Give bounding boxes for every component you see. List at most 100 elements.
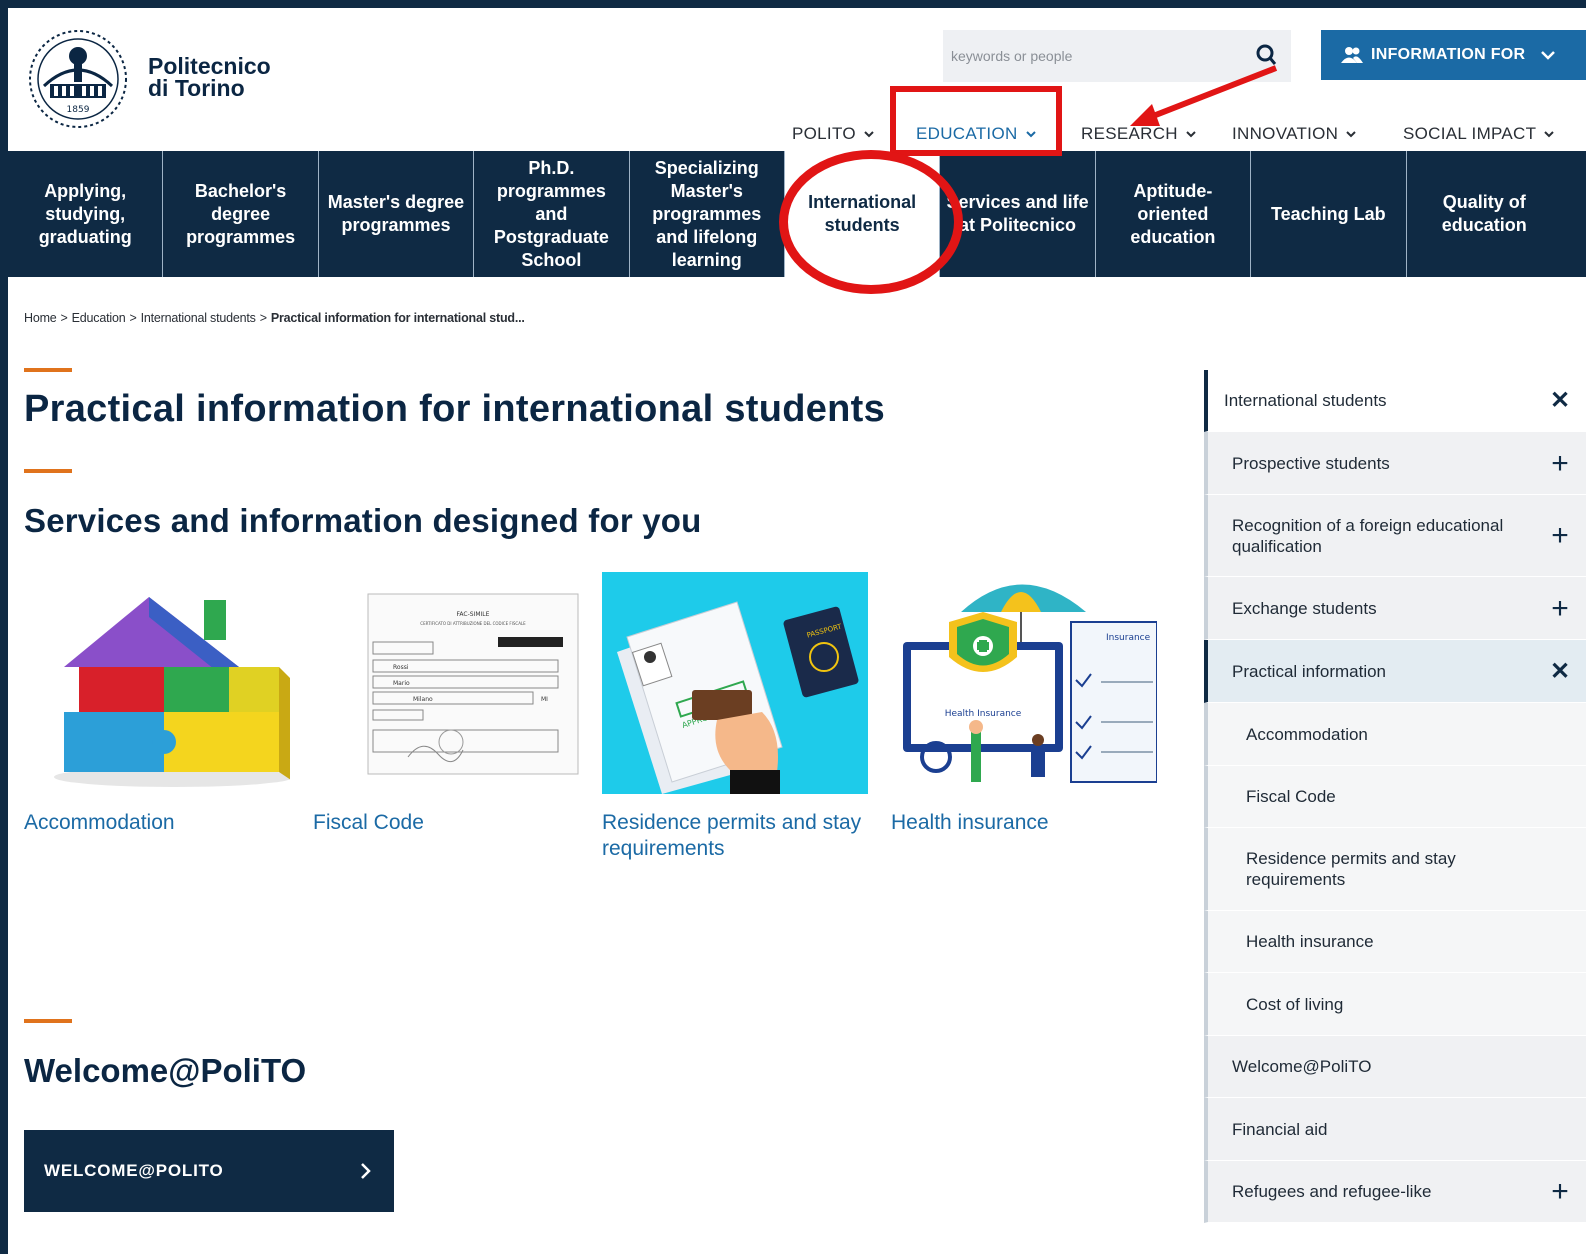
sidebar-item-label: Refugees and refugee-like xyxy=(1232,1182,1432,1201)
sidebar-item-prospective-students[interactable]: Prospective students + xyxy=(1204,432,1586,495)
close-icon[interactable]: ✕ xyxy=(1548,389,1572,413)
accent-bar xyxy=(24,368,72,372)
svg-text:Insurance: Insurance xyxy=(1106,633,1151,643)
annotation-rectangle xyxy=(890,86,1062,156)
breadcrumb-education[interactable]: Education xyxy=(72,311,126,325)
svg-text:CERTIFICATO DI ATTRIBUZIONE DE: CERTIFICATO DI ATTRIBUZIONE DEL CODICE F… xyxy=(420,621,526,626)
subnav-aptitude[interactable]: Aptitude-oriented education xyxy=(1096,151,1252,277)
chevron-down-icon xyxy=(1346,131,1356,138)
topnav-social-impact-label: SOCIAL IMPACT xyxy=(1403,124,1537,143)
chevron-down-icon xyxy=(1541,51,1556,60)
breadcrumb-separator: > xyxy=(60,311,68,325)
card-accommodation[interactable]: Accommodation xyxy=(24,572,290,836)
accent-bar xyxy=(24,1019,72,1023)
sidebar-subitem-fiscal-code[interactable]: Fiscal Code xyxy=(1204,766,1586,828)
logo-wordmark[interactable]: Politecnico di Torino xyxy=(148,53,271,101)
card-label[interactable]: Accommodation xyxy=(24,810,290,836)
sidebar-item-label: Prospective students xyxy=(1232,453,1390,473)
sidebar-item-label: Practical information xyxy=(1232,661,1387,681)
sidebar-item-label: Cost of living xyxy=(1246,994,1344,1014)
topnav-polito-label: POLITO xyxy=(792,124,856,143)
sidebar-item-label: Exchange students xyxy=(1232,598,1377,618)
breadcrumb-separator: > xyxy=(259,311,267,325)
information-for-button[interactable]: INFORMATION FOR xyxy=(1321,30,1586,80)
svg-text:Mario: Mario xyxy=(393,680,410,687)
card-label[interactable]: Residence permits and stay requirements xyxy=(602,810,868,862)
information-for-label: INFORMATION FOR xyxy=(1371,46,1526,63)
svg-text:MI: MI xyxy=(541,696,548,703)
welcome-button-label: WELCOME@POLITO xyxy=(44,1161,224,1180)
subnav-applying[interactable]: Applying, studying, graduating xyxy=(8,151,164,277)
accent-bar xyxy=(24,469,72,473)
sidebar-subitem-health-insurance[interactable]: Health insurance xyxy=(1204,911,1586,973)
subnav-specializing[interactable]: Specializing Master's programmes and lif… xyxy=(630,151,785,277)
sidebar-item-label: Residence permits and stay requirements xyxy=(1246,849,1456,889)
sidebar-item-exchange-students[interactable]: Exchange students + xyxy=(1204,577,1586,640)
plus-icon[interactable]: + xyxy=(1548,521,1572,551)
users-icon xyxy=(1341,47,1363,63)
sidebar-item-label: Health insurance xyxy=(1246,932,1374,951)
breadcrumb: Home > Education > International student… xyxy=(24,311,525,325)
card-label[interactable]: Health insurance xyxy=(891,810,1157,836)
sidebar-item-financial-aid[interactable]: Financial aid xyxy=(1204,1098,1586,1161)
subnav-bachelors[interactable]: Bachelor's degree programmes xyxy=(163,151,319,277)
plus-icon[interactable]: + xyxy=(1548,448,1572,478)
annotation-ellipse xyxy=(779,150,963,294)
breadcrumb-separator: > xyxy=(129,311,137,325)
sidebar-item-label: Financial aid xyxy=(1232,1119,1328,1139)
section-title: Services and information designed for yo… xyxy=(24,502,702,539)
card-health-insurance[interactable]: Health Insurance Insurance Health insura… xyxy=(891,572,1157,836)
card-label[interactable]: Fiscal Code xyxy=(313,810,579,836)
sidebar-item-label: International students xyxy=(1224,391,1387,410)
fiscal-code-document-image: FAC-SIMILE CERTIFICATO DI ATTRIBUZIONE D… xyxy=(313,572,579,794)
sidebar-item-international-students[interactable]: International students ✕ xyxy=(1204,370,1586,432)
chevron-right-icon xyxy=(361,1163,371,1179)
section-sidebar: International students ✕ Prospective stu… xyxy=(1204,370,1586,1223)
chevron-down-icon xyxy=(864,131,874,138)
plus-icon[interactable]: + xyxy=(1548,1177,1572,1207)
puzzle-house-image xyxy=(24,572,290,794)
sidebar-subitem-cost-of-living[interactable]: Cost of living xyxy=(1204,973,1586,1036)
health-insurance-image: Health Insurance Insurance xyxy=(891,572,1157,794)
sidebar-item-label: Accommodation xyxy=(1246,724,1368,744)
logo-line1: Politecnico xyxy=(148,53,271,79)
plus-icon[interactable]: + xyxy=(1548,593,1572,623)
sidebar-item-refugees[interactable]: Refugees and refugee-like + xyxy=(1204,1161,1586,1223)
university-seal-logo[interactable]: 1859 xyxy=(24,26,132,132)
welcome-polito-button[interactable]: WELCOME@POLITO xyxy=(24,1130,394,1212)
breadcrumb-international[interactable]: International students xyxy=(141,311,256,325)
svg-text:Rossi: Rossi xyxy=(393,664,409,671)
subnav-services[interactable]: Services and life at Politecnico xyxy=(940,151,1096,277)
svg-text:Health Insurance: Health Insurance xyxy=(945,709,1022,719)
sidebar-item-recognition[interactable]: Recognition of a foreign educational qua… xyxy=(1204,495,1586,577)
card-fiscal-code[interactable]: FAC-SIMILE CERTIFICATO DI ATTRIBUZIONE D… xyxy=(313,572,579,836)
topnav-social-impact[interactable]: SOCIAL IMPACT xyxy=(1403,124,1555,144)
residence-permit-image: APPROVED PASSPORT xyxy=(602,572,868,794)
chevron-down-icon xyxy=(1544,131,1555,138)
annotation-arrow-icon xyxy=(1130,65,1278,126)
card-residence-permits[interactable]: APPROVED PASSPORT Residence permits and … xyxy=(602,572,868,862)
sidebar-item-label: Recognition of a foreign educational qua… xyxy=(1232,515,1504,556)
subnav-quality[interactable]: Quality of education xyxy=(1407,151,1562,277)
page: 1859 Politecnico di Torino INFORMATION F… xyxy=(8,8,1586,1254)
svg-text:1859: 1859 xyxy=(67,105,90,115)
sidebar-item-practical-information[interactable]: Practical information ✕ xyxy=(1204,640,1586,703)
svg-text:FAC-SIMILE: FAC-SIMILE xyxy=(457,611,490,618)
topnav-polito[interactable]: POLITO xyxy=(792,124,874,144)
sidebar-item-label: Welcome@PoliTO xyxy=(1232,1057,1372,1076)
sidebar-subitem-accommodation[interactable]: Accommodation xyxy=(1204,703,1586,766)
logo-line2: di Torino xyxy=(148,75,245,101)
subnav-teaching-lab[interactable]: Teaching Lab xyxy=(1251,151,1407,277)
subnav-masters[interactable]: Master's degree programmes xyxy=(319,151,475,277)
svg-text:Milano: Milano xyxy=(413,696,433,703)
sidebar-subitem-residence-permits[interactable]: Residence permits and stay requirements xyxy=(1204,828,1586,911)
subnav-phd[interactable]: Ph.D. programmes and Postgraduate School xyxy=(474,151,630,277)
sidebar-item-welcome-polito[interactable]: Welcome@PoliTO xyxy=(1204,1036,1586,1098)
page-title: Practical information for international … xyxy=(24,388,886,430)
breadcrumb-home[interactable]: Home xyxy=(24,311,57,325)
sidebar-item-label: Fiscal Code xyxy=(1246,787,1336,806)
close-icon[interactable]: ✕ xyxy=(1548,659,1572,683)
main-navigation: POLITO EDUCATION RESEARCH INNOVATION SOC… xyxy=(8,120,1586,150)
breadcrumb-current: Practical information for international … xyxy=(270,311,525,325)
welcome-heading: Welcome@PoliTO xyxy=(24,1052,307,1089)
